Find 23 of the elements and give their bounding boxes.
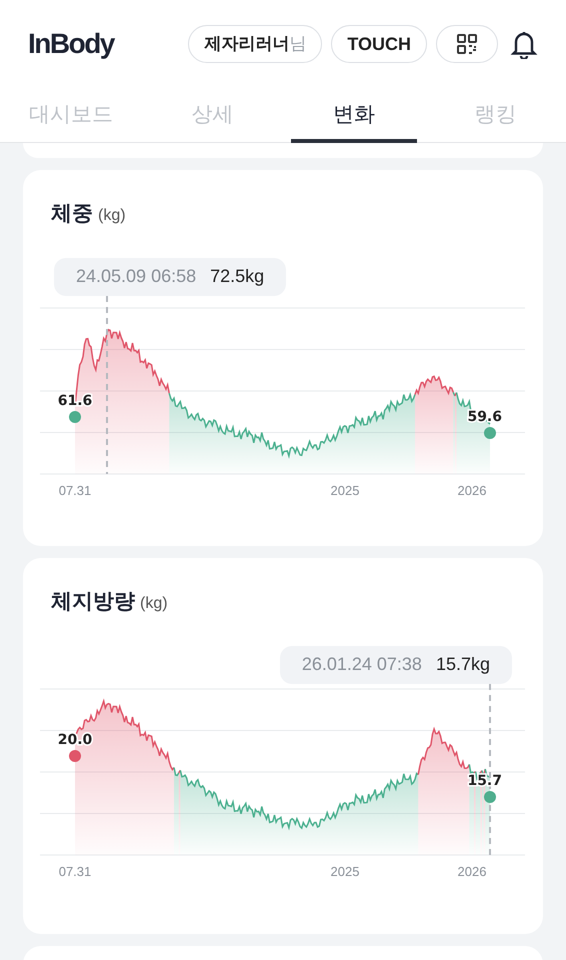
- user-name-button[interactable]: 제자리러너 님: [188, 25, 322, 63]
- x-axis-label: 2025: [330, 482, 360, 496]
- card-title: 체지방량: [51, 589, 135, 615]
- tooltip-value: 72.5kg: [210, 265, 264, 288]
- notification-bell-icon[interactable]: [510, 29, 538, 59]
- tooltip-date: 26.01.24 07:38: [302, 653, 422, 676]
- tab[interactable]: 변화: [283, 88, 424, 142]
- point-value-label: 20.0: [58, 732, 92, 748]
- x-axis-label: 2025: [330, 864, 360, 878]
- inbody-logo: InBody: [28, 27, 114, 61]
- point-value-label: 15.7: [467, 772, 502, 788]
- qr-code-icon: [456, 33, 478, 55]
- qr-code-button[interactable]: [436, 25, 498, 63]
- tooltip-date: 24.05.09 06:58: [76, 265, 196, 288]
- card-title: 체중: [51, 201, 93, 227]
- x-axis-label: 2026: [458, 864, 486, 878]
- unit-label: (kg): [98, 206, 126, 226]
- touch-button[interactable]: TOUCH: [331, 25, 427, 63]
- unit-label: (kg): [140, 594, 168, 614]
- x-axis-label: 2026: [458, 482, 486, 496]
- x-axis-label: 07.31: [58, 864, 92, 878]
- x-axis-label: 07.31: [58, 482, 92, 496]
- tooltip-value: 15.7kg: [436, 653, 490, 676]
